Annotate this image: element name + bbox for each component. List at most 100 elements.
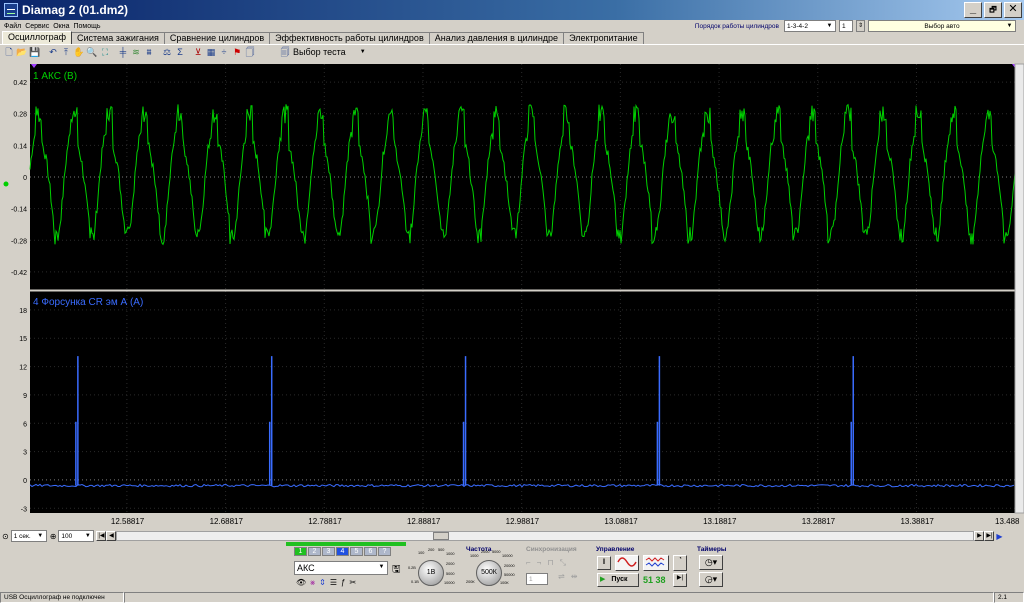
- y-tick-label: 0: [23, 478, 27, 485]
- sync-label: Синхронизация: [526, 546, 577, 553]
- scroll-right-button[interactable]: ▶: [974, 531, 985, 541]
- hand-icon[interactable]: ✋: [73, 46, 85, 58]
- firing-order-select[interactable]: 1-3-4-2 ▼: [784, 20, 836, 32]
- amplitude-value: 1В: [426, 569, 436, 576]
- firing-order-controls: Порядок работы цилиндров 1-3-4-2 ▼ 1 ⇕ В…: [695, 19, 1016, 33]
- channel-button-help[interactable]: ?: [378, 547, 391, 556]
- channel1-marker[interactable]: [3, 181, 9, 187]
- menu-file[interactable]: Файл: [4, 23, 21, 30]
- menu-service[interactable]: Сервис: [25, 23, 49, 30]
- x-tick-label: 13.18817: [703, 517, 737, 526]
- scroll-left-button[interactable]: ◀: [106, 531, 117, 541]
- start-button[interactable]: ▶ Пуск: [597, 573, 639, 587]
- tab-cylinder-pressure[interactable]: Анализ давления в цилиндре: [428, 32, 565, 44]
- tab-power-supply[interactable]: Электропитание: [563, 32, 644, 44]
- knob-mark: 1000: [470, 554, 479, 558]
- open-folder-icon[interactable]: 📂: [16, 46, 28, 58]
- sync-pulse-icon[interactable]: ⊓: [547, 558, 553, 568]
- time-scale-select[interactable]: 1 сек. ▼: [10, 530, 47, 542]
- scroll-last-button[interactable]: ▶|: [984, 531, 995, 541]
- auto-mode-button[interactable]: ◔: [673, 555, 687, 571]
- chevron-down-icon: ▼: [359, 48, 366, 55]
- dual-wave-button[interactable]: [643, 555, 669, 571]
- tab-cylinder-efficiency[interactable]: Эффективность работы цилиндров: [269, 32, 430, 44]
- scroll-first-button[interactable]: |◀: [96, 531, 107, 541]
- play-icon[interactable]: ▶: [996, 532, 1002, 541]
- firing-order-label: Порядок работы цилиндров: [694, 22, 779, 30]
- oscilloscope-area[interactable]: 0.42 0.28 0.14 0 -0.14 -0.28 -0.42 18 15 12 9 6 3 0 -…: [0, 58, 1024, 528]
- menu-windows[interactable]: Окна: [53, 23, 69, 30]
- tools-icon[interactable]: ✂: [349, 578, 356, 588]
- sync-channel-select[interactable]: 1: [526, 573, 548, 585]
- pause-button[interactable]: ‖: [597, 556, 611, 570]
- sync-level-icon[interactable]: ⇌: [558, 572, 565, 581]
- save-channel-icon[interactable]: 🖫: [392, 562, 401, 579]
- page-icon[interactable]: 🗍: [244, 46, 256, 58]
- counter-field[interactable]: 1: [839, 20, 853, 32]
- tab-ignition-system[interactable]: Система зажигания: [71, 32, 165, 44]
- undo-icon[interactable]: ↶: [47, 46, 59, 58]
- minimize-button[interactable]: _: [964, 2, 982, 18]
- save-icon[interactable]: 💾: [29, 46, 41, 58]
- sync-auto-icon[interactable]: ⤡: [560, 558, 566, 568]
- toolbar: 🗋 📂 💾 ↶ ⤒ ✋ 🔍 ⛶ ╪ ≋ ⩩ ⚖ Σ ⊻ ▦ ÷ ⚑ 🗍 🗐 Вы…: [0, 44, 1024, 58]
- zoom-icon[interactable]: 🔍: [86, 46, 98, 58]
- lines-icon[interactable]: ☰: [330, 578, 337, 588]
- y-tick-label: 0.28: [13, 112, 27, 119]
- tab-oscilloscope[interactable]: Осциллограф: [2, 31, 72, 44]
- measure-icon[interactable]: ⚖: [161, 46, 173, 58]
- channel-button-1[interactable]: 1: [294, 547, 307, 556]
- sine-mode-button[interactable]: [615, 555, 639, 571]
- counter-spinner[interactable]: ⇕: [856, 20, 865, 32]
- close-button[interactable]: ✕: [1004, 2, 1022, 18]
- wave-icon[interactable]: ≋: [130, 46, 142, 58]
- tab-cylinder-comparison[interactable]: Сравнение цилиндров: [163, 32, 271, 44]
- auto-select[interactable]: Выбор авто ▼: [868, 20, 1016, 32]
- channel-name-select[interactable]: АКС ▼: [294, 561, 388, 575]
- pattern-icon[interactable]: ⨳: [310, 578, 315, 588]
- dual-wave-icon: [645, 557, 665, 567]
- y-tick-label: -3: [21, 506, 27, 513]
- spectrum-icon[interactable]: ⩩: [143, 46, 155, 58]
- sync-channel-value: 1: [529, 575, 533, 583]
- y-tick-label: 6: [23, 421, 27, 428]
- scroll-thumb[interactable]: [433, 532, 450, 540]
- y-tick-label: 0: [23, 175, 27, 182]
- updown-icon[interactable]: ⇕: [319, 578, 326, 588]
- frequency-value: 500К: [481, 569, 497, 576]
- knob-mark: 50000: [504, 573, 515, 577]
- timer-2-button[interactable]: ◶▾: [699, 572, 723, 587]
- knob-mark: 10000: [444, 581, 455, 585]
- step-button[interactable]: ▶|: [673, 573, 687, 587]
- grid-icon[interactable]: ▦: [205, 46, 217, 58]
- sum-icon[interactable]: Σ: [174, 46, 186, 58]
- filter-icon[interactable]: ⊻: [192, 46, 204, 58]
- zoom-select[interactable]: 100 ▼: [58, 530, 95, 542]
- timers-label: Таймеры: [697, 546, 727, 553]
- channel-button-5[interactable]: 5: [350, 547, 363, 556]
- new-file-icon[interactable]: 🗋: [3, 46, 15, 58]
- function-icon[interactable]: ƒ: [341, 578, 345, 588]
- vertical-scrollbar[interactable]: [1014, 63, 1024, 514]
- menu-help[interactable]: Помощь: [73, 23, 100, 30]
- cursor-icon[interactable]: ⤒: [60, 46, 72, 58]
- maximize-button[interactable]: 🗗: [984, 2, 1002, 18]
- timer-1-button[interactable]: ◷▾: [699, 555, 723, 570]
- time-scale-value: 1 сек.: [13, 532, 31, 540]
- split-icon[interactable]: ╪: [117, 46, 129, 58]
- test-select[interactable]: 🗐 Выбор теста ▼: [279, 46, 366, 58]
- sync-arrows-icon[interactable]: ⇹: [571, 572, 578, 581]
- fit-icon[interactable]: ⛶: [99, 46, 111, 58]
- channel-button-6[interactable]: 6: [364, 547, 377, 556]
- channel-button-3[interactable]: 3: [322, 547, 335, 556]
- divide-icon[interactable]: ÷: [218, 46, 230, 58]
- oscilloscope-chart[interactable]: 0.42 0.28 0.14 0 -0.14 -0.28 -0.42 18 15 12 9 6 3 0 -…: [0, 58, 1024, 528]
- channel-button-2[interactable]: 2: [308, 547, 321, 556]
- flag-icon[interactable]: ⚑: [231, 46, 243, 58]
- horizontal-scrollbar[interactable]: [116, 531, 975, 541]
- sync-fall-icon[interactable]: ¬: [537, 558, 542, 568]
- channel-button-4[interactable]: 4: [336, 547, 349, 556]
- sync-rise-icon[interactable]: ⌐: [526, 558, 531, 568]
- y-tick-label: -0.42: [11, 270, 27, 277]
- eye-icon[interactable]: 👁: [296, 578, 306, 588]
